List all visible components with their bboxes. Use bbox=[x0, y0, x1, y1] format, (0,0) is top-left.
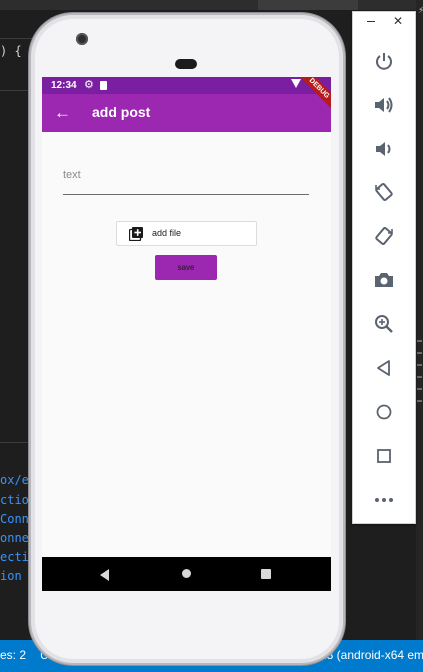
zoom-icon bbox=[375, 315, 393, 333]
status-device[interactable]: 28 (android-x64 em bbox=[320, 648, 423, 662]
nav-back-icon[interactable] bbox=[100, 569, 109, 581]
add-file-label: add file bbox=[152, 228, 182, 238]
earpiece-speaker bbox=[175, 59, 197, 69]
app-bar: ← add post bbox=[42, 94, 331, 132]
volume-down-button[interactable] bbox=[370, 135, 398, 163]
lightning-icon: ⚡ bbox=[418, 5, 423, 15]
rotate-left-icon bbox=[375, 183, 393, 201]
home-button[interactable] bbox=[370, 398, 398, 426]
terminal-line: ion bbox=[0, 569, 22, 583]
android-status-bar: 12:34 ⚙ bbox=[42, 77, 331, 94]
rotate-left-button[interactable] bbox=[370, 178, 398, 206]
more-button[interactable] bbox=[370, 486, 398, 514]
home-icon bbox=[376, 404, 392, 420]
status-time: 12:34 bbox=[51, 80, 77, 91]
back-icon bbox=[377, 360, 390, 376]
editor-minimap[interactable] bbox=[416, 0, 423, 640]
add-file-button[interactable]: add file bbox=[116, 221, 257, 246]
terminal-line: ctio bbox=[0, 493, 29, 507]
save-button[interactable]: save bbox=[155, 255, 217, 280]
nav-recents-icon[interactable] bbox=[261, 569, 271, 579]
minimize-icon[interactable] bbox=[367, 21, 375, 22]
ide-title-bar bbox=[0, 0, 423, 10]
terminal-line: ecti bbox=[0, 550, 29, 564]
text-field[interactable] bbox=[63, 165, 309, 195]
android-nav-bar bbox=[42, 557, 331, 591]
page-title: add post bbox=[92, 104, 151, 120]
library-add-icon bbox=[129, 227, 143, 241]
code-line-top: ) { bbox=[0, 44, 22, 58]
more-icon bbox=[375, 498, 393, 502]
overview-button[interactable] bbox=[370, 442, 398, 470]
settings-gear-icon: ⚙ bbox=[84, 79, 94, 91]
power-icon bbox=[376, 53, 392, 70]
terminal-line: Conn bbox=[0, 512, 29, 526]
nav-home-icon[interactable] bbox=[182, 569, 191, 578]
overview-icon bbox=[377, 449, 391, 463]
status-problems[interactable]: es: 2 bbox=[0, 648, 26, 662]
volume-down-icon bbox=[376, 142, 391, 156]
front-camera bbox=[76, 33, 88, 45]
camera-icon bbox=[375, 273, 393, 287]
sd-card-icon bbox=[100, 81, 107, 90]
volume-up-icon bbox=[375, 97, 393, 113]
ide-toolbar-icons bbox=[258, 0, 358, 10]
device-screen: 12:34 ⚙ ← add post DEBUG add file save bbox=[42, 77, 331, 591]
terminal-line: onne bbox=[0, 531, 29, 545]
rotate-right-button[interactable] bbox=[370, 222, 398, 250]
back-button[interactable] bbox=[370, 354, 398, 382]
rotate-right-icon bbox=[375, 227, 393, 245]
terminal-line: ox/e bbox=[0, 473, 29, 487]
close-icon[interactable]: ✕ bbox=[393, 14, 403, 28]
zoom-button[interactable] bbox=[370, 310, 398, 338]
emulator-toolbar: ✕ bbox=[352, 11, 416, 524]
text-input[interactable] bbox=[63, 165, 309, 195]
volume-up-button[interactable] bbox=[370, 91, 398, 119]
power-button[interactable] bbox=[370, 47, 398, 75]
arrow-back-icon[interactable]: ← bbox=[54, 103, 71, 123]
wifi-icon bbox=[291, 79, 301, 88]
screenshot-button[interactable] bbox=[370, 266, 398, 294]
